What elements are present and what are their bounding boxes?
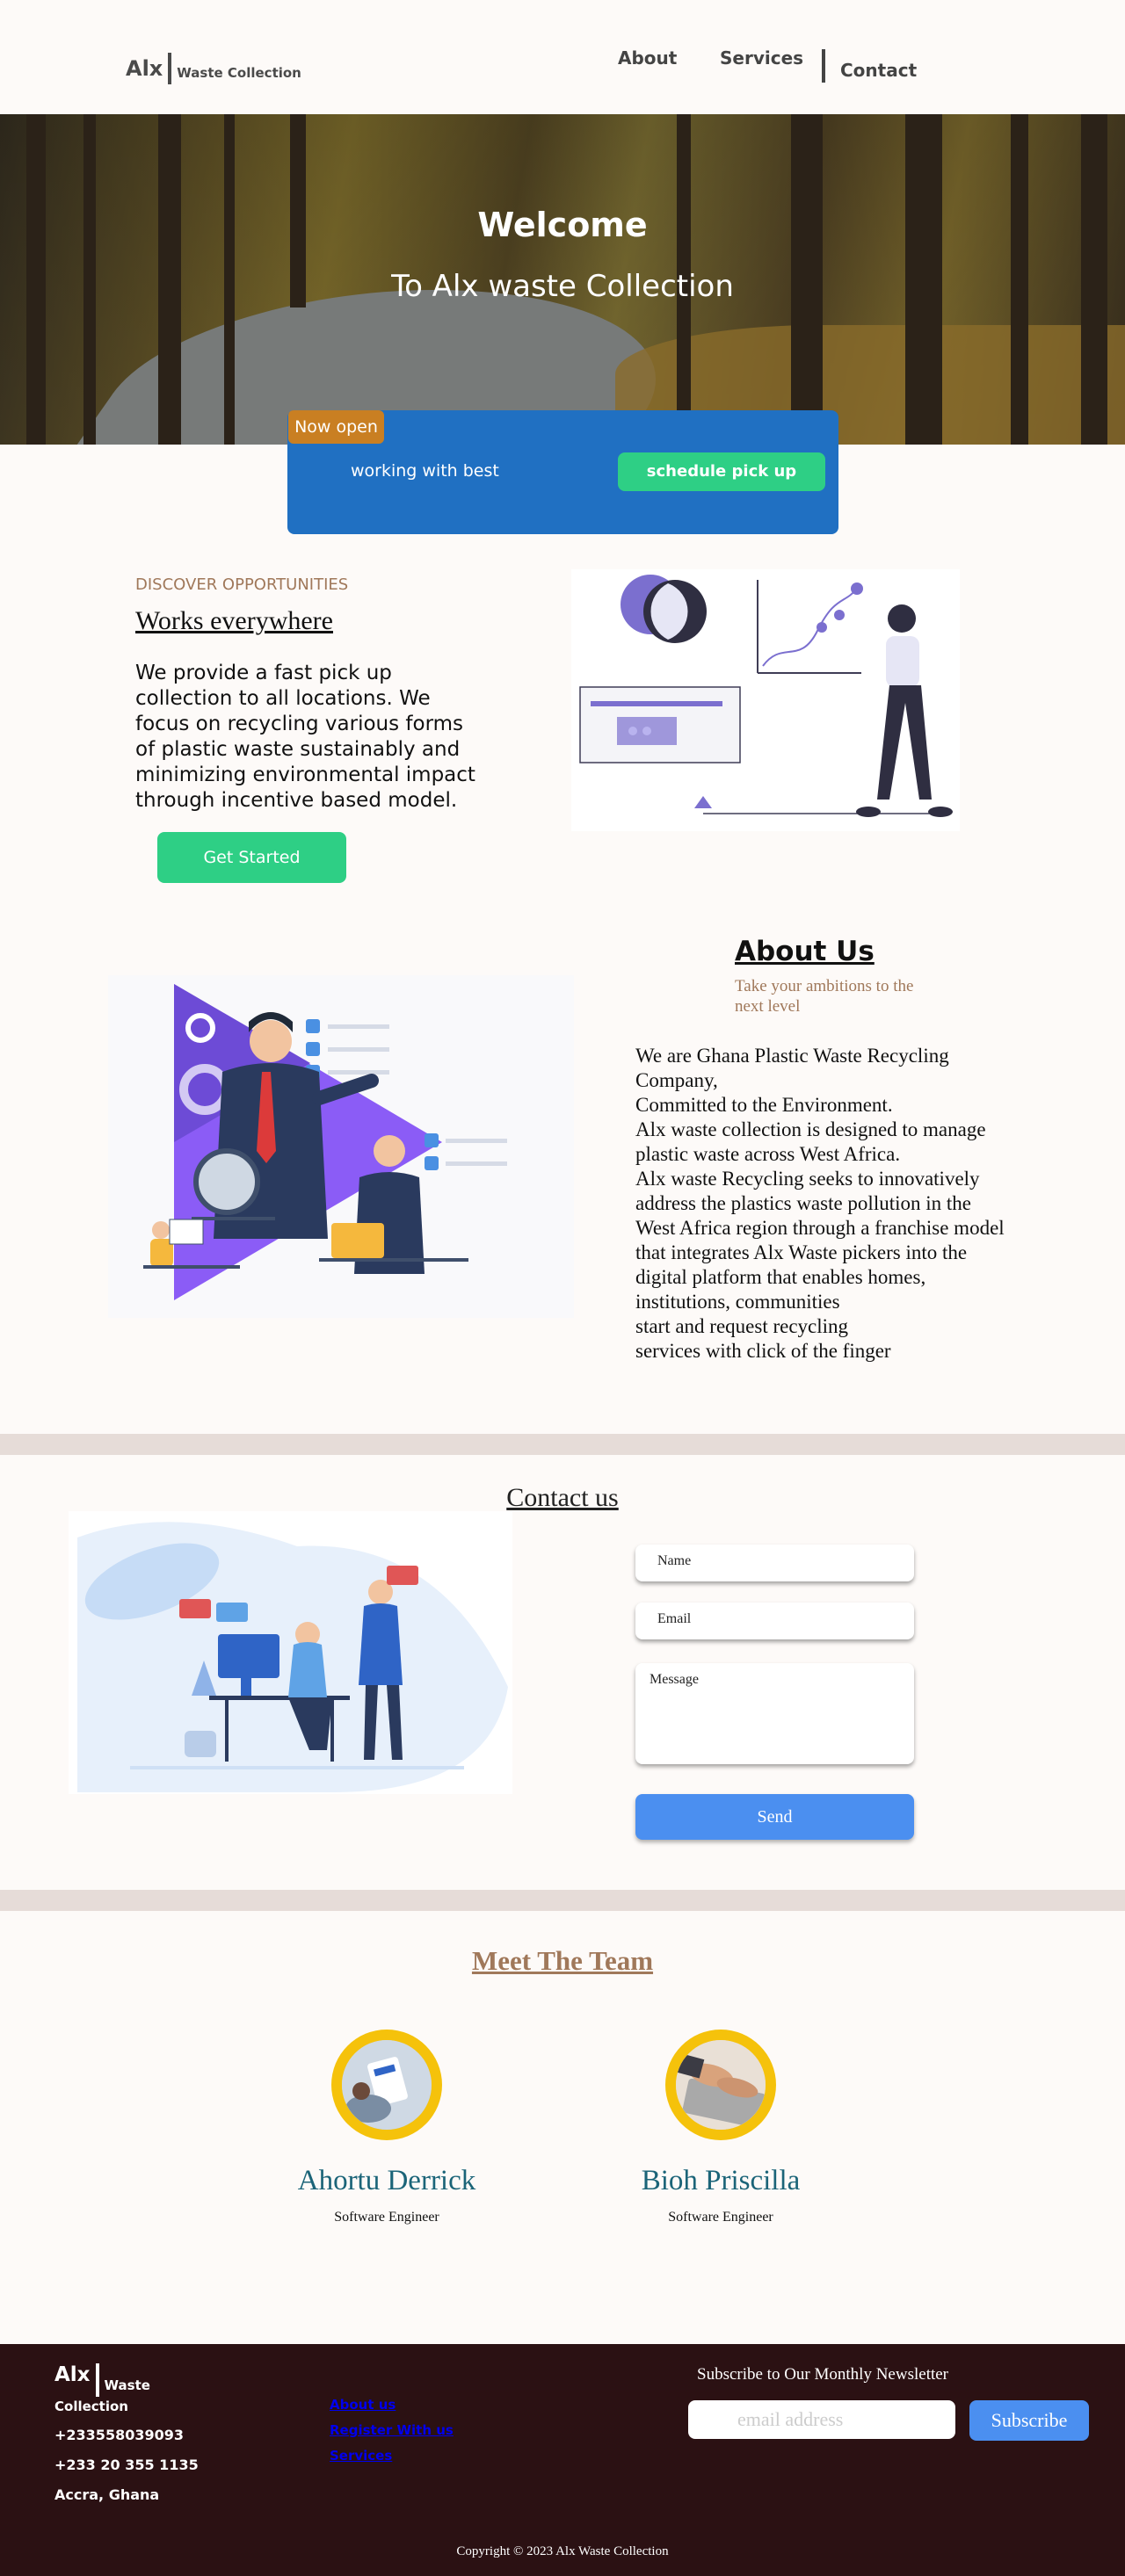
section-divider [0,1890,1125,1911]
schedule-pickup-button[interactable]: schedule pick up [618,452,825,491]
hero-title: Welcome [477,206,648,244]
team-member-role: Software Engineer [334,2210,439,2225]
footer-logo-divider [95,2363,99,2397]
team-presentation-illustration-icon [143,984,507,1300]
team-member-name: Bioh Priscilla [641,2165,801,2196]
about-line: Committed to the Environment. [635,1094,893,1116]
nav-services-link[interactable]: Services [720,47,803,69]
footer-logo[interactable]: Alx Waste Collection [54,2363,150,2414]
avatar [331,2030,442,2140]
about-line: services with click of the finger [635,1340,891,1362]
team-title: Meet The Team [471,1945,654,1976]
about-line: Alx waste Recycling seeks to innovativel… [635,1168,1005,1313]
about-line: Alx waste collection is designed to mana… [635,1118,986,1165]
footer-location: Accra, Ghana [54,2486,160,2503]
email-field[interactable]: Email [635,1603,914,1639]
message-field[interactable]: Message [635,1663,914,1764]
newsletter-title: Subscribe to Our Monthly Newsletter [697,2365,949,2384]
footer-logo-subtitle-2: Collection [54,2399,128,2414]
logo-divider [168,53,172,84]
name-field[interactable]: Name [635,1545,914,1581]
team-member-name: Ahortu Derrick [297,2165,476,2196]
about-line: We are Ghana Plastic Waste Recycling Com… [635,1045,949,1091]
nav-contact-link[interactable]: Contact [840,60,917,81]
now-open-badge: Now open [288,410,384,444]
footer-link-register[interactable]: Register With us [330,2422,454,2438]
promo-tagline: working with best [351,461,499,481]
nav-about-link[interactable]: About [618,47,677,69]
team-member-card: Ahortu Derrick Software Engineer [255,2030,519,2225]
logo-brand: Alx [126,56,163,81]
section-divider [0,1434,1125,1455]
team-member-role: Software Engineer [668,2210,773,2225]
person-photo-icon [342,2040,432,2130]
nav-divider [822,49,825,83]
site-footer: Alx Waste Collection +233558039093 +233 … [0,2344,1125,2576]
office-team-illustration-icon [77,1522,508,1792]
footer-phone-2: +233 20 355 1135 [54,2457,199,2473]
about-description: We are Ghana Plastic Waste Recycling Com… [635,1044,1013,1364]
site-header: Alx Waste Collection About Services Cont… [0,0,1125,114]
logo-subtitle: Waste Collection [177,65,301,81]
send-button[interactable]: Send [635,1794,914,1840]
works-kicker: DISCOVER OPPORTUNITIES [135,575,349,594]
footer-link-about[interactable]: About us [330,2397,396,2413]
subscribe-button[interactable]: Subscribe [969,2400,1089,2441]
about-title: About Us [735,936,875,967]
hero-banner: Welcome To Alx waste Collection [0,114,1125,445]
contact-illustration [69,1511,512,1794]
site-logo[interactable]: Alx Waste Collection [126,53,301,84]
analytics-illustration-icon [579,575,953,817]
works-title: Works everywhere [135,606,333,635]
footer-logo-subtitle: Waste [104,2377,150,2393]
about-subtitle: Take your ambitions to the next level [735,977,914,1016]
typing-hands-photo-icon [676,2040,766,2130]
newsletter-email-input[interactable]: email address [688,2400,955,2439]
team-member-card: Bioh Priscilla Software Engineer [589,2030,853,2225]
footer-logo-brand: Alx [54,2363,91,2386]
contact-title: Contact us [506,1483,619,1512]
footer-link-services[interactable]: Services [330,2448,392,2464]
copyright-text: Copyright © 2023 Alx Waste Collection [456,2544,669,2558]
footer-phone-1: +233558039093 [54,2427,184,2443]
hero-subtitle: To Alx waste Collection [391,269,734,304]
avatar [665,2030,776,2140]
works-description: We provide a fast pick up collection to … [135,662,475,812]
about-line: start and request recycling [635,1315,849,1337]
get-started-button[interactable]: Get Started [157,832,346,883]
works-illustration [571,569,960,831]
about-illustration [108,975,574,1318]
